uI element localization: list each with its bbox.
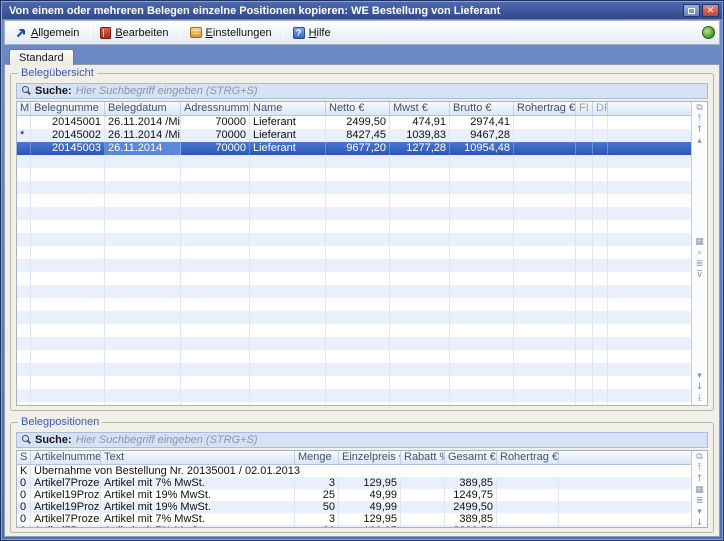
zoom-grid-icon[interactable]: ⌕ [697,248,702,259]
group-label: Belegübersicht [18,67,97,79]
col-header-netto[interactable]: Netto € [326,102,390,115]
positions-row-2[interactable]: 0 Artikel19Prozent Artikel mit 19% MwSt.… [17,489,691,501]
col-header-adressnummer[interactable]: Adressnumm [181,102,250,115]
col-header-name[interactable]: Name [250,102,326,115]
col-header-m[interactable]: M [17,102,31,115]
col-header-rohertrag[interactable]: Rohertrag € [497,451,559,464]
tab-standard[interactable]: Standard [9,49,74,65]
menu-bearbeiten[interactable]: Bearbeiten [94,24,176,42]
edit-book-icon [100,27,111,39]
group-label: Belegpositionen [18,416,102,428]
positions-grid: S Artikelnummer Text Menge Einzelpreis €… [16,450,708,528]
positions-search-input[interactable]: Suche: Hier Suchbegriff eingeben (STRG+S… [16,432,708,448]
overview-row-2[interactable]: * 20145002 26.11.2014 /Mi 70000 Lieferan… [17,129,691,142]
col-header-text[interactable]: Text [101,451,295,464]
positions-row-3[interactable]: 0 Artikel19Prozent Artikel mit 19% MwSt.… [17,501,691,513]
scroll-first-icon[interactable]: ⤒ [698,463,702,474]
positions-row-5[interactable]: 0 Artikel7Prozent Artikel mit 7% MwSt. 3… [17,525,691,527]
menu-einstellungen[interactable]: Einstellungen [184,24,280,42]
columns-icon[interactable]: ▦ [695,485,704,496]
scroll-prev-icon[interactable]: ▴ [697,136,702,147]
scroll-first-icon[interactable]: ⤒ [698,114,702,125]
col-header-belegdatum[interactable]: Belegdatum [105,102,181,115]
toolbar-separator [90,24,91,41]
toolbar-separator [283,24,284,41]
search-icon [21,435,31,445]
menu-hilfe[interactable]: ? Hilfe [287,24,339,42]
settings-icon [190,27,202,38]
positions-comment-row[interactable]: K Übernahme von Bestellung Nr. 20135001 … [17,465,691,477]
window-title: Von einem oder mehreren Belegen einzelne… [9,5,681,17]
toolbar: Allgemein Bearbeiten Einstellungen ? Hil… [4,20,720,45]
overview-header-row: M Belegnumme Belegdatum Adressnumm Name … [17,102,691,116]
filter-icon[interactable]: ⊽ [696,270,703,281]
menu-allgemein[interactable]: Allgemein [9,24,87,42]
scroll-next-icon[interactable]: ▾ [697,371,702,382]
col-header-einzelpreis[interactable]: Einzelpreis € [339,451,401,464]
close-button[interactable]: ✕ [702,4,719,17]
selected-date-cell[interactable]: 26.11.2014 [105,142,181,155]
col-header-fi[interactable]: FI [576,102,593,115]
overview-grid-toolbar: ⧉ ⤒ ↑ ▴ ▦ ⌕ ≣ ⊽ ▾ ↓ ⤓ [691,102,707,405]
content-panel: Belegübersicht Suche: Hier Suchbegriff e… [4,64,720,537]
list-icon[interactable]: ≣ [696,259,704,270]
col-header-rabatt[interactable]: Rabatt % [401,451,445,464]
overview-row-3-selected[interactable]: 20145003 26.11.2014 70000 Lieferant 9677… [17,142,691,155]
scroll-down-icon[interactable]: ↓ [696,382,704,393]
arrow-up-right-icon [15,27,27,39]
search-placeholder: Hier Suchbegriff eingeben (STRG+S) [76,434,258,446]
scroll-up-icon[interactable]: ↑ [696,474,704,485]
close-icon: ✕ [707,6,715,15]
search-placeholder: Hier Suchbegriff eingeben (STRG+S) [76,85,258,97]
columns-icon[interactable]: ▦ [695,237,704,248]
overview-row-1[interactable]: 20145001 26.11.2014 /Mi 70000 Lieferant … [17,116,691,129]
tabstrip: Standard [4,45,720,64]
comment-text: Übernahme von Bestellung Nr. 20135001 / … [31,465,691,477]
positions-grid-toolbar: ⧉ ⤒ ↑ ▦ ≣ ▾ ↓ ⤓ [691,451,707,527]
search-icon [21,86,31,96]
col-header-dr[interactable]: DR [593,102,608,115]
overview-empty-area [17,155,691,405]
scroll-up-icon[interactable]: ↑ [696,125,704,136]
app-window: Von einem oder mehreren Belegen einzelne… [0,0,724,541]
restore-icon [688,8,695,14]
toolbar-separator [180,24,181,41]
col-header-s[interactable]: S [17,451,31,464]
overview-grid: M Belegnumme Belegdatum Adressnumm Name … [16,101,708,406]
help-icon: ? [293,27,305,39]
col-header-brutto[interactable]: Brutto € [450,102,514,115]
list-icon[interactable]: ≣ [696,496,704,507]
copy-grid-icon[interactable]: ⧉ [696,103,702,114]
restore-button[interactable] [683,4,700,17]
col-header-gesamt[interactable]: Gesamt € [445,451,497,464]
globe-icon[interactable] [702,26,715,39]
col-header-rohertrag[interactable]: Rohertrag € [514,102,576,115]
titlebar: Von einem oder mehreren Belegen einzelne… [2,2,722,19]
group-belebuebersicht: Belegübersicht Suche: Hier Suchbegriff e… [10,73,714,411]
scroll-next-icon[interactable]: ▾ [697,507,702,518]
scroll-last-icon[interactable]: ⤓ [698,393,702,404]
positions-header-row: S Artikelnummer Text Menge Einzelpreis €… [17,451,691,465]
col-header-belegnummer[interactable]: Belegnumme [31,102,105,115]
copy-grid-icon[interactable]: ⧉ [696,452,702,463]
col-header-mwst[interactable]: Mwst € [390,102,450,115]
scroll-down-icon[interactable]: ↓ [696,518,704,528]
positions-row-1[interactable]: 0 Artikel7Prozent Artikel mit 7% MwSt. 3… [17,477,691,489]
col-header-artikelnummer[interactable]: Artikelnummer [31,451,101,464]
overview-search-input[interactable]: Suche: Hier Suchbegriff eingeben (STRG+S… [16,83,708,99]
positions-row-4[interactable]: 0 Artikel7Prozent Artikel mit 7% MwSt. 3… [17,513,691,525]
group-belegpositionen: Belegpositionen Suche: Hier Suchbegriff … [10,422,714,533]
col-header-menge[interactable]: Menge [295,451,339,464]
